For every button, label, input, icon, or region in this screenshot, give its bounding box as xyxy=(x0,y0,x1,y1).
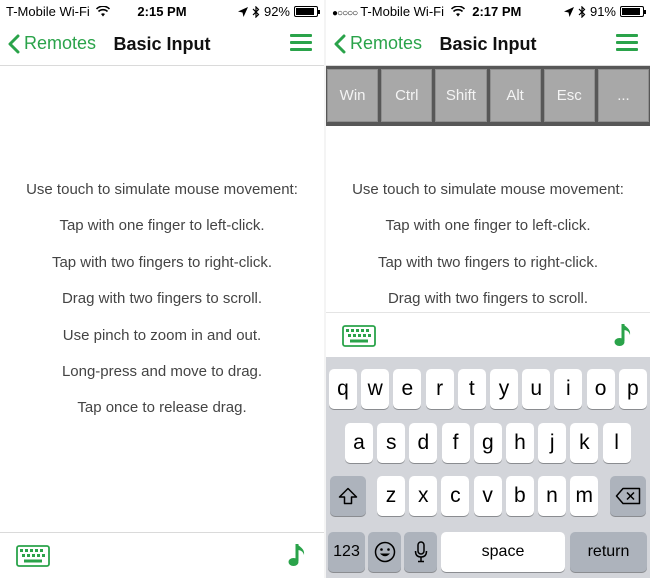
bluetooth-icon xyxy=(252,5,260,18)
battery-fill xyxy=(622,8,641,15)
key-s[interactable]: s xyxy=(377,423,406,463)
instruction-line: Tap with one finger to left-click. xyxy=(385,217,591,235)
instruction-line: Tap once to release drag. xyxy=(77,399,247,417)
key-v[interactable]: v xyxy=(473,476,502,516)
modifier-key-bar: Win Ctrl Shift Alt Esc ... xyxy=(326,66,650,126)
wifi-icon xyxy=(450,5,465,17)
instruction-line: Use pinch to zoom in and out. xyxy=(62,326,262,344)
key-a[interactable]: a xyxy=(345,423,373,463)
space-key[interactable]: space xyxy=(441,532,565,572)
instructions: Use touch to simulate mouse movement: Ta… xyxy=(326,180,650,326)
instruction-line: Tap with one finger to left-click. xyxy=(59,217,265,235)
numbers-key[interactable]: 123 xyxy=(328,532,365,572)
onscreen-keyboard: 123 space return qwertyuiop asdfghjkl zxcv… xyxy=(326,357,650,578)
status-bar: T-Mobile Wi-Fi 2:15 PM 92% xyxy=(0,0,324,24)
key-u[interactable]: u xyxy=(522,369,551,409)
bottom-toolbar xyxy=(0,532,324,578)
instruction-line: Tap with two fingers to right-click. xyxy=(51,253,273,271)
emoji-icon xyxy=(374,541,395,563)
carrier-group: ●○○○○ T-Mobile Wi-Fi 2:17 PM xyxy=(332,4,521,19)
battery-fill xyxy=(296,8,315,15)
music-note-icon[interactable] xyxy=(288,541,308,569)
backspace-icon xyxy=(615,487,641,505)
key-w[interactable]: w xyxy=(361,369,390,409)
key-i[interactable]: i xyxy=(554,369,583,409)
right-screen: ●○○○○ T-Mobile Wi-Fi 2:17 PM 91% Remotes … xyxy=(326,0,650,578)
key-q[interactable]: q xyxy=(329,369,357,409)
location-arrow-icon xyxy=(237,6,248,17)
shift-key[interactable] xyxy=(330,476,366,516)
battery-percent: 92% xyxy=(263,4,290,19)
instruction-line: Tap with two fingers to right-click. xyxy=(377,253,599,271)
left-screen: T-Mobile Wi-Fi 2:15 PM 92% Remotes Basic… xyxy=(0,0,324,578)
key-z[interactable]: z xyxy=(377,476,405,516)
key-y[interactable]: y xyxy=(490,369,518,409)
nav-bar: Remotes Basic Input xyxy=(326,24,650,66)
key-l[interactable]: l xyxy=(602,423,631,463)
battery-percent: 91% xyxy=(589,4,616,19)
hamburger-menu-icon[interactable] xyxy=(290,34,312,54)
keyboard-icon[interactable] xyxy=(342,325,376,347)
win-key[interactable]: Win xyxy=(327,69,379,122)
key-g[interactable]: g xyxy=(473,423,502,463)
location-arrow-icon xyxy=(563,6,574,17)
instruction-line: Use touch to simulate mouse movement: xyxy=(352,181,624,198)
key-o[interactable]: o xyxy=(586,369,615,409)
key-h[interactable]: h xyxy=(506,423,534,463)
shift-modifier-key[interactable]: Shift xyxy=(435,69,487,122)
microphone-key[interactable] xyxy=(404,532,437,572)
page-title: Basic Input xyxy=(113,34,211,54)
emoji-key[interactable] xyxy=(368,532,401,572)
alt-key[interactable]: Alt xyxy=(489,69,541,122)
microphone-icon xyxy=(414,541,427,563)
battery-icon xyxy=(620,6,646,17)
key-p[interactable]: p xyxy=(618,369,647,409)
keyboard-icon[interactable] xyxy=(16,545,50,567)
status-bar: ●○○○○ T-Mobile Wi-Fi 2:17 PM 91% xyxy=(326,0,650,24)
key-e[interactable]: e xyxy=(393,369,422,409)
key-n[interactable]: n xyxy=(538,476,566,516)
hamburger-menu-icon[interactable] xyxy=(616,34,638,54)
nav-bar: Remotes Basic Input xyxy=(0,24,324,66)
instruction-line: Use touch to simulate mouse movement: xyxy=(26,181,298,198)
key-c[interactable]: c xyxy=(441,476,470,516)
carrier-name: T-Mobile Wi-Fi xyxy=(360,4,444,19)
instructions: Use touch to simulate mouse movement: Ta… xyxy=(0,180,324,435)
signal-dots-icon: ●○○○○ xyxy=(332,8,358,19)
battery-icon xyxy=(294,6,320,17)
key-f[interactable]: f xyxy=(441,423,470,463)
instruction-line: Drag with two fingers to scroll. xyxy=(61,290,263,308)
bottom-toolbar xyxy=(326,312,650,358)
status-right: 91% xyxy=(563,4,646,19)
key-b[interactable]: b xyxy=(505,476,534,516)
esc-key[interactable]: Esc xyxy=(543,69,595,122)
backspace-key[interactable] xyxy=(610,476,646,516)
key-r[interactable]: r xyxy=(425,369,454,409)
instruction-line: Long-press and move to drag. xyxy=(61,362,263,380)
return-key[interactable]: return xyxy=(570,532,647,572)
shift-icon xyxy=(338,487,358,505)
music-note-icon[interactable] xyxy=(614,321,634,349)
status-time: 2:17 PM xyxy=(472,4,522,19)
more-keys-button[interactable]: ... xyxy=(597,69,650,122)
key-k[interactable]: k xyxy=(570,423,599,463)
page-title: Basic Input xyxy=(439,34,537,54)
key-x[interactable]: x xyxy=(409,476,438,516)
ctrl-key[interactable]: Ctrl xyxy=(381,69,433,122)
bluetooth-icon xyxy=(578,5,586,18)
key-d[interactable]: d xyxy=(409,423,438,463)
key-j[interactable]: j xyxy=(538,423,567,463)
status-right: 92% xyxy=(237,4,320,19)
key-t[interactable]: t xyxy=(457,369,486,409)
key-m[interactable]: m xyxy=(570,476,599,516)
